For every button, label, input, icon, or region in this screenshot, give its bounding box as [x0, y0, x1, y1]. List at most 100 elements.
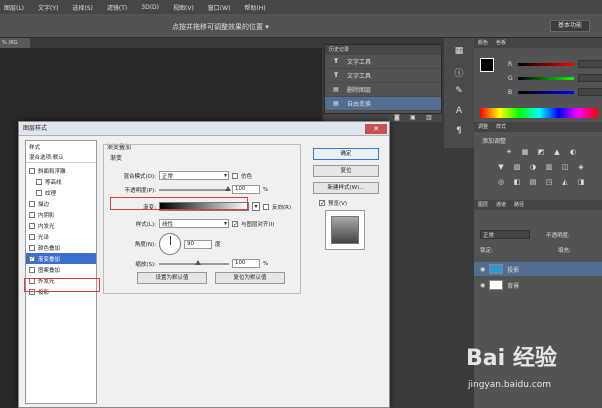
adjustment-icon[interactable]: ▤ [528, 178, 538, 186]
menu-item[interactable]: 帮助(H) [244, 3, 265, 12]
history-item[interactable]: ▤ 删除图层 [325, 83, 441, 97]
style-item[interactable]: 图案叠加 [26, 264, 96, 275]
chevron-down-icon[interactable]: ▾ [252, 202, 260, 211]
layer-row-shadow[interactable]: ◉ 投影 [474, 262, 602, 276]
style-checkbox[interactable] [29, 222, 35, 229]
foreground-color[interactable] [480, 58, 494, 72]
tab-swatches[interactable]: 色板 [496, 38, 506, 48]
angle-input[interactable]: 90 [184, 239, 212, 249]
blend-mode-select[interactable]: 正常 [159, 171, 229, 180]
r-slider[interactable]: R [508, 60, 602, 68]
tab-styles[interactable]: 样式 [496, 122, 506, 132]
new-style-button[interactable]: 新建样式(W)... [313, 182, 379, 194]
adjustment-icon[interactable]: ▼ [496, 163, 506, 171]
gradient-style-select[interactable]: 线性 [159, 219, 229, 228]
style-checkbox[interactable] [29, 244, 35, 251]
adjustment-icon[interactable]: ▦ [520, 148, 530, 156]
style-item[interactable]: 光泽 [26, 231, 96, 242]
history-item[interactable]: T 文字工具 [325, 69, 441, 83]
scale-input[interactable]: 100 [232, 259, 260, 268]
document-tab[interactable]: % (RG [0, 38, 30, 48]
style-checkbox[interactable] [29, 211, 35, 218]
style-item[interactable]: ✓ 渐变叠加 [26, 253, 96, 264]
adjustment-icon[interactable]: ☀ [504, 148, 514, 156]
menu-item[interactable]: 选择(S) [72, 3, 93, 12]
ok-button[interactable]: 确定 [313, 148, 379, 160]
layer-blend-select[interactable]: 正常 [480, 230, 530, 239]
new-snapshot-icon[interactable]: ▣ [410, 114, 416, 121]
brush-panel-icon[interactable]: ✎ [452, 86, 466, 100]
style-item[interactable]: 内阴影 [26, 209, 96, 220]
reverse-checkbox[interactable] [263, 203, 269, 210]
style-item[interactable]: 描边 [26, 198, 96, 209]
style-checkbox[interactable] [29, 266, 35, 273]
opacity-slider[interactable] [159, 185, 231, 191]
menu-item[interactable]: 滤镜(T) [107, 3, 127, 12]
align-checkbox[interactable]: ✓ [232, 220, 238, 227]
style-preview [325, 210, 365, 250]
trash-icon[interactable]: ▥ [426, 114, 432, 121]
scale-slider[interactable] [159, 259, 229, 265]
style-checkbox[interactable] [36, 178, 42, 185]
paragraph-panel-icon[interactable]: ¶ [452, 126, 466, 140]
menu-item[interactable]: 文字(Y) [38, 3, 58, 12]
style-item[interactable]: 颜色叠加 [26, 242, 96, 253]
camera-icon[interactable]: ◙ [394, 114, 400, 121]
style-item[interactable]: 斜面和浮雕 [26, 165, 96, 176]
close-icon[interactable]: ✕ [365, 124, 387, 134]
adjustment-icon[interactable]: ◨ [576, 178, 586, 186]
menu-item[interactable]: 3D(D) [141, 4, 159, 11]
layer-row-background[interactable]: ◉ 背景 [474, 278, 602, 292]
tab-color[interactable]: 颜色 [478, 38, 488, 48]
history-panel-icon[interactable]: ▦ [452, 46, 466, 60]
style-item[interactable]: 纹理 [26, 187, 96, 198]
preview-checkbox[interactable]: ✓ [319, 200, 325, 207]
history-item[interactable]: ▤ 自由变换 [325, 97, 441, 111]
eye-icon[interactable]: ◉ [480, 282, 485, 289]
workspace-button[interactable]: 基本功能 [550, 20, 590, 32]
angle-dial[interactable] [159, 233, 181, 255]
adjustment-icon[interactable]: ◈ [576, 163, 586, 171]
b-slider[interactable]: B [508, 88, 602, 96]
style-item[interactable]: 等高线 [26, 176, 96, 187]
tab-adjustments[interactable]: 调整 [478, 122, 488, 132]
set-default-button[interactable]: 设置为默认值 [137, 272, 207, 284]
style-item[interactable]: 样式 [26, 141, 96, 152]
color-spectrum[interactable] [480, 108, 598, 118]
adjustment-icon[interactable]: ▥ [544, 163, 554, 171]
g-slider[interactable]: G [508, 74, 602, 82]
adjustment-icon[interactable]: ◫ [560, 163, 570, 171]
reset-default-button[interactable]: 复位为默认值 [215, 272, 285, 284]
menu-item[interactable]: 图层(L) [4, 3, 24, 12]
adjustment-icon[interactable]: ◧ [512, 178, 522, 186]
adjustment-icon[interactable]: ▧ [512, 163, 522, 171]
menu-item[interactable]: 视图(V) [173, 3, 194, 12]
history-item[interactable]: T 文字工具 [325, 55, 441, 69]
style-checkbox[interactable] [29, 233, 35, 240]
adjustment-icon[interactable]: ◎ [496, 178, 506, 186]
menu-item[interactable]: 窗口(W) [208, 3, 231, 12]
style-item[interactable]: 内发光 [26, 220, 96, 231]
opacity-input[interactable]: 100 [232, 185, 260, 194]
tab-channels[interactable]: 通道 [496, 200, 506, 210]
style-checkbox[interactable] [36, 189, 42, 196]
adjustment-icon[interactable]: ◐ [568, 148, 578, 156]
style-checkbox[interactable] [29, 167, 35, 174]
eye-icon[interactable]: ◉ [480, 266, 485, 273]
history-item-label: 文字工具 [347, 59, 372, 66]
adjustment-icon[interactable]: ◭ [560, 178, 570, 186]
tab-layers[interactable]: 图层 [478, 200, 488, 210]
character-panel-icon[interactable]: A [452, 106, 466, 120]
dither-checkbox[interactable] [232, 172, 238, 179]
history-tab[interactable]: 历史记录 [325, 45, 441, 55]
tab-paths[interactable]: 路径 [514, 200, 524, 210]
reset-button[interactable]: 复位 [313, 165, 379, 177]
style-checkbox[interactable]: ✓ [29, 255, 35, 262]
adjustment-icon[interactable]: ◩ [536, 148, 546, 156]
style-checkbox[interactable] [29, 200, 35, 207]
style-item[interactable]: 混合选项:默认 [26, 152, 96, 163]
info-panel-icon[interactable]: ⓘ [452, 66, 466, 80]
adjustment-icon[interactable]: ◳ [544, 178, 554, 186]
adjustment-icon[interactable]: ▲ [552, 148, 562, 156]
adjustment-icon[interactable]: ◑ [528, 163, 538, 171]
